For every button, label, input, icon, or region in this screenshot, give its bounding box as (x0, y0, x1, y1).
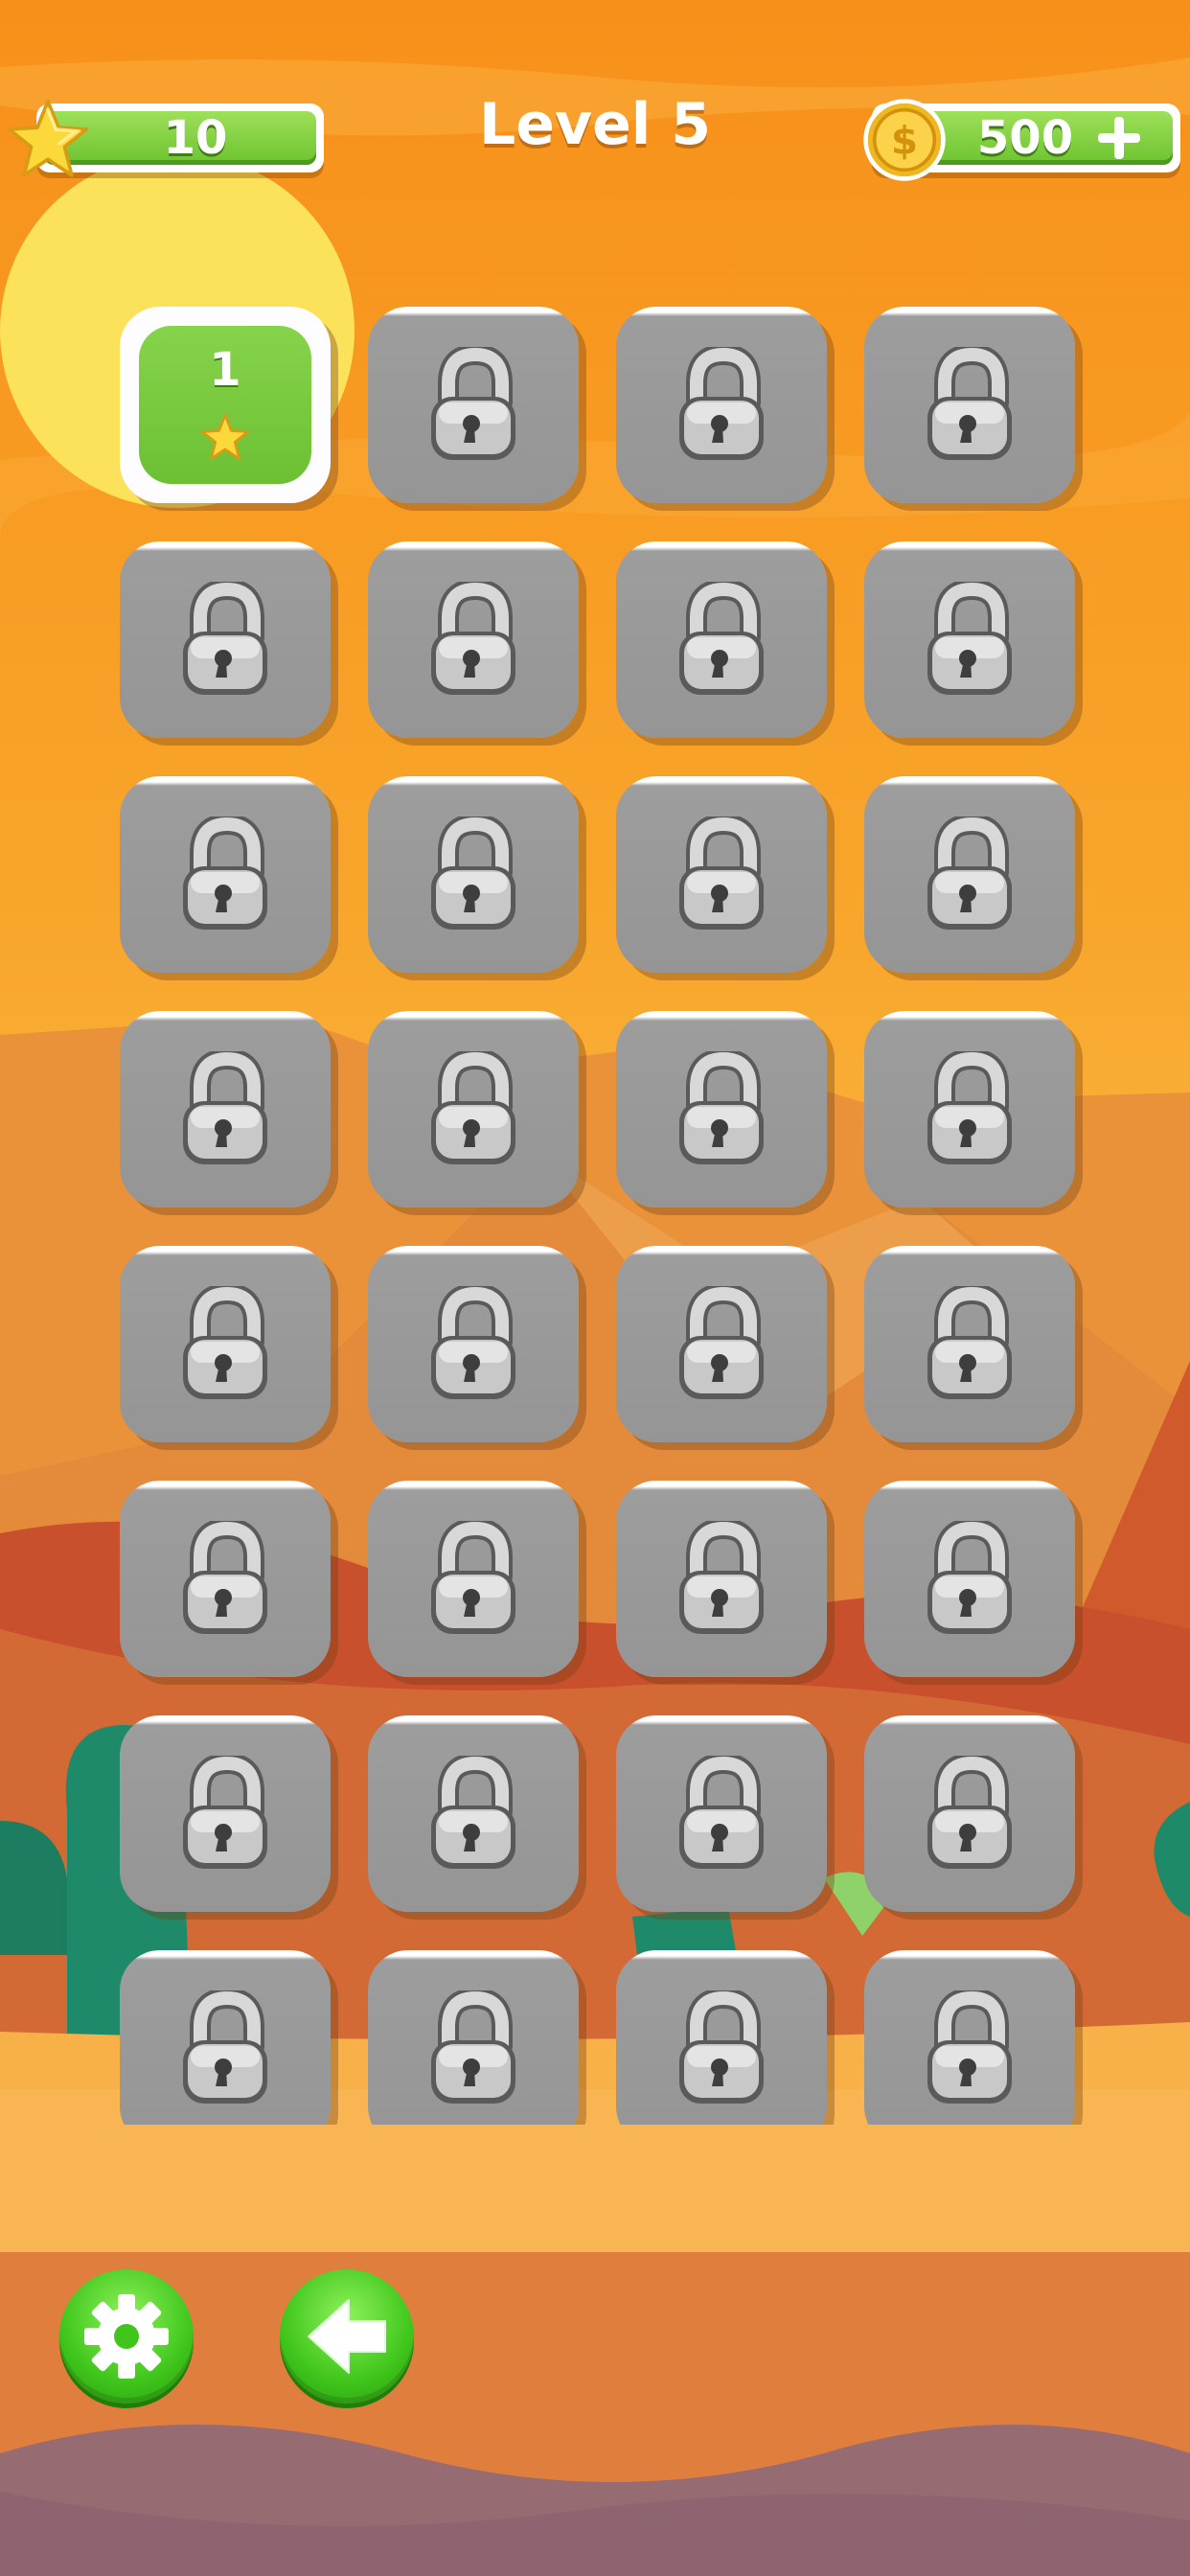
plus-icon (1098, 117, 1140, 159)
lock-icon (927, 816, 1012, 930)
lock-icon (431, 1051, 515, 1164)
locked-level-tile[interactable] (616, 1715, 827, 1912)
lock-icon (431, 1521, 515, 1634)
lock-icon (927, 1051, 1012, 1164)
locked-level-tile[interactable] (864, 1715, 1075, 1912)
level-grid[interactable]: 1 (115, 299, 1083, 2125)
locked-level-tile[interactable] (120, 1715, 331, 1912)
level-star-icon (200, 413, 250, 460)
level-number: 1 (209, 343, 241, 397)
lock-icon (431, 1286, 515, 1399)
coins-count: 500 (976, 111, 1074, 165)
lock-icon (927, 1521, 1012, 1634)
lock-icon (183, 1286, 267, 1399)
locked-level-tile[interactable] (616, 1950, 827, 2125)
locked-level-tile[interactable] (616, 776, 827, 973)
locked-level-tile[interactable] (120, 541, 331, 738)
lock-icon (927, 582, 1012, 695)
locked-level-tile[interactable] (864, 541, 1075, 738)
locked-level-tile[interactable] (616, 307, 827, 503)
lock-icon (927, 1756, 1012, 1869)
locked-level-tile[interactable] (368, 1715, 579, 1912)
locked-level-tile[interactable] (616, 1246, 827, 1442)
back-button[interactable] (280, 2269, 414, 2404)
back-arrow-icon (308, 2299, 386, 2374)
locked-level-tile[interactable] (120, 1481, 331, 1677)
gear-icon (84, 2294, 169, 2379)
locked-level-tile[interactable] (864, 1950, 1075, 2125)
lock-icon (927, 347, 1012, 460)
lock-icon (679, 1051, 764, 1164)
locked-level-tile[interactable] (368, 1950, 579, 2125)
locked-level-tile[interactable] (616, 1481, 827, 1677)
lock-icon (183, 1051, 267, 1164)
lock-icon (679, 1521, 764, 1634)
locked-level-tile[interactable] (864, 307, 1075, 503)
locked-level-tile[interactable] (616, 1011, 827, 1208)
lock-icon (679, 1286, 764, 1399)
lock-icon (183, 582, 267, 695)
locked-level-tile[interactable] (368, 1481, 579, 1677)
lock-icon (431, 347, 515, 460)
locked-level-tile[interactable] (864, 1011, 1075, 1208)
locked-level-tile[interactable] (368, 307, 579, 503)
lock-icon (183, 816, 267, 930)
lock-icon (927, 1990, 1012, 2104)
locked-level-tile[interactable] (864, 1481, 1075, 1677)
locked-level-tile[interactable] (120, 1011, 331, 1208)
lock-icon (679, 582, 764, 695)
locked-level-tile[interactable] (368, 776, 579, 973)
locked-level-tile[interactable] (864, 776, 1075, 973)
svg-text:$: $ (891, 118, 918, 164)
add-coins-button[interactable] (1090, 109, 1148, 167)
locked-level-tile[interactable] (120, 776, 331, 973)
locked-level-tile[interactable] (616, 541, 827, 738)
lock-icon (679, 1990, 764, 2104)
lock-icon (183, 1756, 267, 1869)
lock-icon (679, 1756, 764, 1869)
lock-icon (431, 582, 515, 695)
lock-icon (431, 1756, 515, 1869)
locked-level-tile[interactable] (368, 1011, 579, 1208)
settings-button[interactable] (59, 2269, 194, 2404)
coin-icon: $ (863, 99, 946, 181)
locked-level-tile[interactable] (368, 541, 579, 738)
locked-level-tile[interactable] (368, 1246, 579, 1442)
locked-level-tile[interactable] (120, 1950, 331, 2125)
locked-level-tile[interactable] (120, 1246, 331, 1442)
locked-level-tile[interactable] (864, 1246, 1075, 1442)
lock-icon (183, 1990, 267, 2104)
lock-icon (183, 1521, 267, 1634)
lock-icon (431, 816, 515, 930)
level-tile[interactable]: 1 (120, 307, 331, 503)
lock-icon (679, 816, 764, 930)
lock-icon (431, 1990, 515, 2104)
lock-icon (679, 347, 764, 460)
lock-icon (927, 1286, 1012, 1399)
